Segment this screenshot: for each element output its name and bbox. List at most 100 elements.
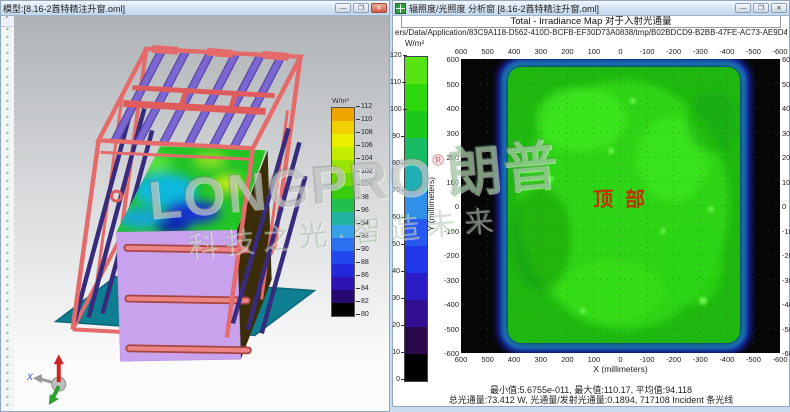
x-tick-label: 0 <box>608 355 634 364</box>
legend-color-segment <box>332 147 354 160</box>
legend-color-segment <box>332 134 354 147</box>
x-tick-label: 500 <box>475 47 501 56</box>
orientation-triad: X <box>26 354 66 405</box>
map-annotation: 顶部 <box>593 187 657 211</box>
irradiance-window-titlebar[interactable]: 辐照度/光照度 分析窗 [8.16-2酋特精注升窗.oml] — ❐ ✕ <box>393 1 789 16</box>
colorbar-color-segment <box>405 165 427 192</box>
x-tick-label: 0 <box>608 47 634 56</box>
y-tick-label: -400 <box>782 300 790 309</box>
y-tick-label: -300 <box>782 276 790 285</box>
legend-color-segment <box>332 121 354 134</box>
y-tick-label: 0 <box>433 202 459 211</box>
close-icon[interactable]: ✕ <box>771 3 787 13</box>
x-tick-label: 100 <box>581 47 607 56</box>
y-tick-label: 500 <box>782 80 790 89</box>
minimize-icon[interactable]: — <box>735 3 751 13</box>
x-tick-label: -100 <box>634 47 660 56</box>
y-tick-label: 500 <box>433 80 459 89</box>
x-tick-label: -500 <box>740 355 766 364</box>
colorbar-color-segment <box>405 246 427 273</box>
axis-x-label: X <box>26 372 34 382</box>
y-tick-label: 300 <box>782 129 790 138</box>
irradiance-colorbar <box>404 56 428 382</box>
restore-icon[interactable]: ❐ <box>753 3 769 13</box>
minimize-icon[interactable]: — <box>335 3 351 13</box>
x-tick-label: 400 <box>501 47 527 56</box>
legend-color-segment <box>332 186 354 199</box>
legend-color-segment <box>332 251 354 264</box>
legend-color-segment <box>332 225 354 238</box>
colorbar-units-label: W/m² <box>405 39 424 48</box>
x-tick-label: 400 <box>501 355 527 364</box>
y-tick-label: -500 <box>782 325 790 334</box>
stats-line-2: 总光通量:73.412 W, 光通量/发射光通量:0.1894, 717108 … <box>393 393 789 406</box>
legend-color-segment <box>332 277 354 290</box>
x-axis-title: X (millimeters) <box>461 364 780 374</box>
x-tick-label: -200 <box>661 355 687 364</box>
legend-color-segment <box>332 238 354 251</box>
y-tick-label: 200 <box>782 153 790 162</box>
legend-color-segment <box>332 212 354 225</box>
x-tick-label: -400 <box>714 47 740 56</box>
y-tick-label: 100 <box>782 178 790 187</box>
legend-color-segment <box>332 160 354 173</box>
colorbar-color-segment <box>405 300 427 327</box>
y-tick-label: -100 <box>782 227 790 236</box>
x-tick-label: 300 <box>528 47 554 56</box>
x-tick-label: -400 <box>714 355 740 364</box>
analysis-window-icon <box>395 3 406 14</box>
x-tick-label: 200 <box>554 47 580 56</box>
model-window-title: 模型:[8.16-2酋特精注升窗.oml] <box>3 2 332 15</box>
x-tick-label: -300 <box>687 47 713 56</box>
colorbar-color-segment <box>405 327 427 354</box>
model-side-strip[interactable]: ^ <box>1 15 15 411</box>
y-tick-label: 300 <box>433 129 459 138</box>
x-tick-label: -200 <box>661 47 687 56</box>
y-axis-title: Y (millimeters) <box>426 169 436 239</box>
y-tick-label: -200 <box>433 251 459 260</box>
irradiance-heatmap: 顶部 <box>461 59 780 353</box>
legend-color-segment <box>332 199 354 212</box>
irradiance-map-window: 辐照度/光照度 分析窗 [8.16-2酋特精注升窗.oml] — ❐ ✕ Tot… <box>392 0 790 407</box>
close-icon[interactable]: ✕ <box>371 3 387 13</box>
model-viewport[interactable]: X W/m² 112110108106104102100989694929088… <box>14 15 389 411</box>
scroll-up-icon[interactable]: ^ <box>1 15 13 27</box>
x-tick-label: 200 <box>554 355 580 364</box>
x-tick-label: 100 <box>581 355 607 364</box>
y-tick-label: 600 <box>782 55 790 64</box>
y-tick-label: -200 <box>782 251 790 260</box>
irradiance-window-title: 辐照度/光照度 分析窗 [8.16-2酋特精注升窗.oml] <box>409 2 732 15</box>
legend-color-segment <box>332 264 354 277</box>
legend-color-segment <box>332 303 354 316</box>
map-title: Total - Irradiance Map 对于入射光通量 <box>401 15 781 28</box>
colorbar-color-segment <box>405 138 427 165</box>
x-tick-label: 300 <box>528 355 554 364</box>
x-tick-label: 500 <box>475 355 501 364</box>
map-file-path: ers/Data/Application/83C9A118-D562-410D-… <box>395 28 787 37</box>
colorbar-color-segment <box>405 219 427 246</box>
y-tick-label: 200 <box>433 153 459 162</box>
y-tick-label: -500 <box>433 325 459 334</box>
legend-units-label: W/m² <box>332 98 349 105</box>
irradiance-plot[interactable]: 顶部 <box>461 59 780 353</box>
restore-icon[interactable]: ❐ <box>353 3 369 13</box>
colorbar-color-segment <box>405 273 427 300</box>
colorbar-color-segment <box>405 84 427 111</box>
colorbar-color-segment <box>405 192 427 219</box>
y-tick-label: 100 <box>433 178 459 187</box>
model-window-titlebar[interactable]: 模型:[8.16-2酋特精注升窗.oml] — ❐ ✕ <box>1 1 389 16</box>
y-tick-label: -600 <box>782 349 790 358</box>
y-tick-label: -300 <box>433 276 459 285</box>
x-tick-label: -300 <box>687 355 713 364</box>
x-tick-label: -100 <box>634 355 660 364</box>
model-window: 模型:[8.16-2酋特精注升窗.oml] — ❐ ✕ ^ <box>0 0 390 412</box>
irradiance-legend-bar <box>331 107 355 317</box>
legend-color-segment <box>332 108 354 121</box>
y-tick-label: 600 <box>433 55 459 64</box>
legend-color-segment <box>332 173 354 186</box>
colorbar-color-segment <box>405 111 427 138</box>
y-tick-label: -100 <box>433 227 459 236</box>
legend-color-segment <box>332 290 354 303</box>
y-tick-label: 0 <box>782 202 790 211</box>
y-tick-label: -400 <box>433 300 459 309</box>
